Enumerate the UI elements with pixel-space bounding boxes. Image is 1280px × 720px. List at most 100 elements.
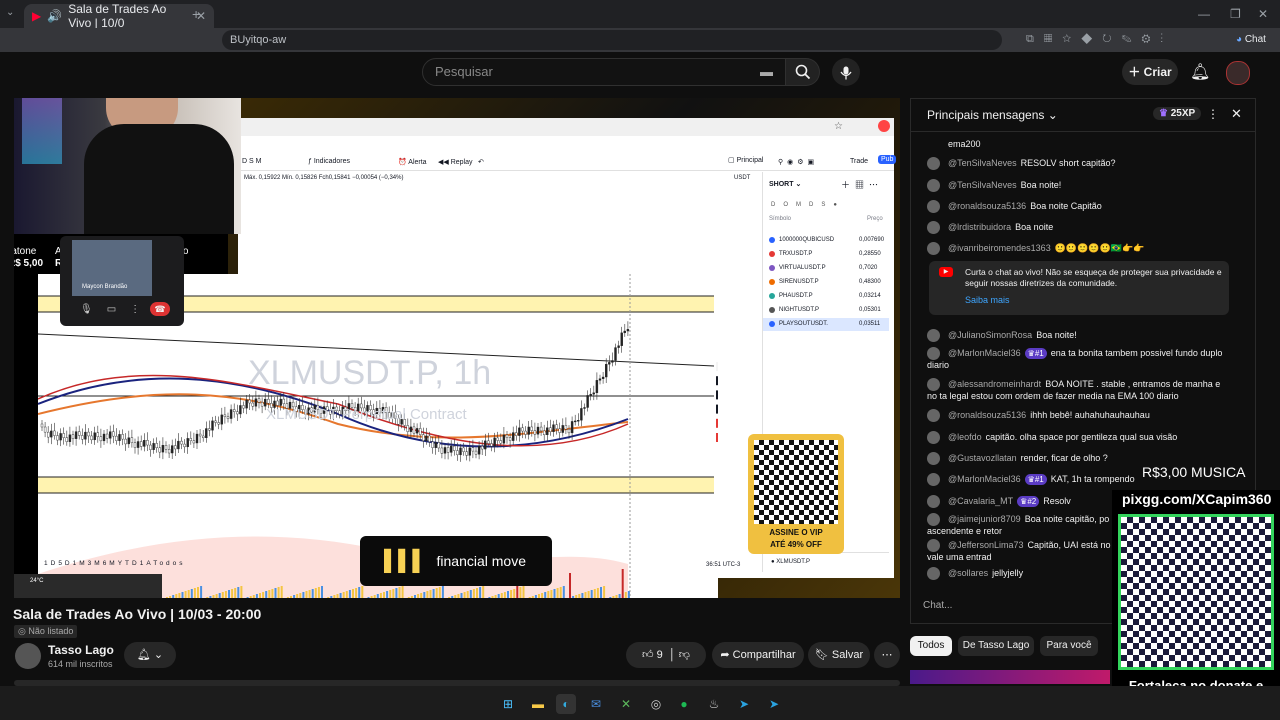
chat-username[interactable]: @Cavalaria_MT	[948, 496, 1013, 506]
notifications-bell-icon[interactable]: 🔔︎	[1190, 62, 1210, 82]
tv-trade-button[interactable]: Trade	[850, 158, 868, 165]
search-input[interactable]: Pesquisar ▬	[422, 58, 786, 86]
mail-icon[interactable]: ✉	[586, 694, 606, 714]
xbox-icon[interactable]: ✕	[616, 694, 636, 714]
tv-toolbar-shortcuts[interactable]: D S M	[242, 158, 261, 165]
create-button[interactable]: ＋ Criar	[1122, 59, 1178, 85]
timeframe-button[interactable]: 5D	[58, 560, 72, 567]
xp-badge[interactable]: ♛ 25XP	[1153, 107, 1202, 120]
chat-user-avatar[interactable]	[927, 567, 940, 580]
watchlist-row[interactable]: TRXUSDT.P 0,28550	[763, 248, 889, 261]
chat-user-avatar[interactable]	[927, 513, 940, 526]
hang-up-icon[interactable]: ☎	[150, 302, 170, 316]
undo-icon[interactable]: ↶	[478, 158, 484, 166]
watchlist-selected-symbol[interactable]: ● XLMUSDT.P	[763, 552, 889, 570]
share-button[interactable]: ➦ Compartilhar	[712, 642, 804, 668]
spotify-icon[interactable]: ●	[674, 694, 694, 714]
chat-user-avatar[interactable]	[927, 242, 940, 255]
tv-alert-button[interactable]: ⏰ Alerta	[398, 158, 427, 166]
chat-user-avatar[interactable]	[927, 200, 940, 213]
timeframe-button[interactable]: 6M	[103, 560, 118, 567]
chat-username[interactable]: @jaimejunior8709	[948, 514, 1021, 524]
search-button[interactable]	[786, 58, 820, 86]
steam-icon[interactable]: ♨	[704, 694, 724, 714]
telegram-icon[interactable]: ➤	[734, 694, 754, 714]
thumbs-down-icon[interactable]: 👎︎	[679, 649, 690, 661]
video-player[interactable]: ☆ D S M ƒ Indicadores ⏰ Alerta ◀◀ Replay…	[14, 98, 900, 598]
filter-chip-for-you[interactable]: Para você	[1040, 636, 1098, 656]
chat-username[interactable]: @Gustavozllatan	[948, 453, 1017, 463]
watchlist-row[interactable]: PLAYSOUTUSDT. 0,03511	[763, 318, 889, 331]
tv-layout-button[interactable]: ▢ Principal	[728, 156, 763, 164]
subscribe-bell-button[interactable]: 🔔︎ ⌄	[124, 642, 176, 668]
tv-publish-button[interactable]: Pub	[878, 155, 897, 164]
filter-chip-channel[interactable]: De Tasso Lago	[958, 636, 1034, 656]
watchlist-row[interactable]: NIGHTUSDT.P 0,05301	[763, 304, 889, 317]
watchlist-row[interactable]: VIRTUALUSDT.P 0,7020	[763, 262, 889, 275]
tab-list-icon[interactable]: ⌄	[6, 7, 14, 18]
telegram-second-icon[interactable]: ➤	[764, 694, 784, 714]
chat-username[interactable]: @MarlonMaciel36	[948, 348, 1021, 358]
chat-user-avatar[interactable]	[927, 452, 940, 465]
chat-input[interactable]: Chat...	[923, 595, 1133, 617]
tv-replay-button[interactable]: ◀◀ Replay	[438, 158, 473, 166]
save-button[interactable]: 🔖︎ Salvar	[808, 642, 870, 668]
extension-icons[interactable]: ⧉▦☆◆↻✎⚙⋮	[1026, 33, 1173, 46]
chat-more-icon[interactable]: ⋮	[1207, 107, 1219, 121]
watchlist-row[interactable]: PHAUSDT.P 0,03214	[763, 290, 889, 303]
minimize-icon[interactable]: —	[1198, 7, 1210, 21]
like-button[interactable]: 👍︎ 9	[642, 649, 663, 661]
close-chat-icon[interactable]: ✕	[1231, 106, 1242, 122]
timeframe-button[interactable]: 1M	[73, 560, 88, 567]
chat-username[interactable]: @TenSilvaNeves	[948, 158, 1017, 168]
chat-username[interactable]: @ronaldsouza5136	[948, 201, 1026, 211]
filter-chip-all[interactable]: Todos	[910, 636, 952, 656]
chat-username[interactable]: @lrdistribuidora	[948, 222, 1011, 232]
chat-user-avatar[interactable]	[927, 329, 940, 342]
watchlist-row[interactable]: 1000000QUBICUSD 0,007690	[763, 234, 889, 247]
tv-toolbar-icons[interactable]: ⚲◉⚙▣	[778, 158, 818, 166]
watchlist-row[interactable]: SIRENUSDT.P 0,48300	[763, 276, 889, 289]
chat-user-avatar[interactable]	[927, 157, 940, 170]
voice-search-button[interactable]	[832, 58, 860, 86]
copilot-chat-button[interactable]: ◕ Chat	[1236, 34, 1266, 45]
close-window-icon[interactable]: ✕	[1258, 7, 1268, 21]
new-tab-icon[interactable]: +	[192, 6, 200, 22]
chat-username[interactable]: @sollares	[948, 568, 988, 578]
chat-user-avatar[interactable]	[927, 539, 940, 552]
timeframe-button[interactable]: Todos	[153, 560, 185, 567]
maximize-icon[interactable]: ❐	[1230, 7, 1241, 21]
edge-browser-icon[interactable]: ◐	[556, 694, 576, 714]
chat-username[interactable]: @ronaldsouza5136	[948, 410, 1026, 420]
watchlist-flags[interactable]: DOMDS●	[771, 202, 845, 208]
call-controls[interactable]: 🎙▭⋮	[80, 304, 154, 315]
more-actions-button[interactable]: ⋯	[874, 642, 900, 668]
windows-start-icon[interactable]: ⊞	[498, 694, 518, 714]
watchlist-tools-icons[interactable]: ＋▦⋯	[841, 178, 883, 191]
chat-username[interactable]: @leofdo	[948, 432, 982, 442]
chat-username[interactable]: @ivanribeiromendes1363	[948, 243, 1051, 253]
learn-more-link[interactable]: Saiba mais	[965, 295, 1010, 306]
chat-username[interactable]: @alessandromeinhardt	[948, 379, 1041, 389]
tv-record-icon[interactable]	[878, 120, 890, 132]
obs-icon[interactable]: ◎	[646, 694, 666, 714]
chat-user-avatar[interactable]	[927, 431, 940, 444]
timeframe-button[interactable]: 3M	[88, 560, 103, 567]
tv-indicators-button[interactable]: ƒ Indicadores	[308, 158, 350, 165]
account-avatar[interactable]	[1226, 61, 1250, 85]
chat-user-avatar[interactable]	[927, 378, 940, 391]
recommended-thumbnail[interactable]	[910, 670, 1110, 684]
file-explorer-icon[interactable]: ▬	[528, 694, 548, 714]
timeframe-button[interactable]: 1D	[44, 560, 58, 567]
chat-username[interactable]: @MarlonMaciel36	[948, 474, 1021, 484]
chat-user-avatar[interactable]	[927, 473, 940, 486]
channel-avatar[interactable]	[15, 643, 41, 669]
chat-user-avatar[interactable]	[927, 495, 940, 508]
chat-user-avatar[interactable]	[927, 179, 940, 192]
chat-username[interactable]: @TenSilvaNeves	[948, 180, 1017, 190]
tv-star-icon[interactable]: ☆	[834, 121, 843, 132]
chat-username[interactable]: @JulianoSimonRosa	[948, 330, 1032, 340]
address-bar[interactable]: BUyitqo-aw	[222, 30, 1002, 50]
chat-username[interactable]: @JeffersonLima73	[948, 540, 1024, 550]
chat-user-avatar[interactable]	[927, 347, 940, 360]
